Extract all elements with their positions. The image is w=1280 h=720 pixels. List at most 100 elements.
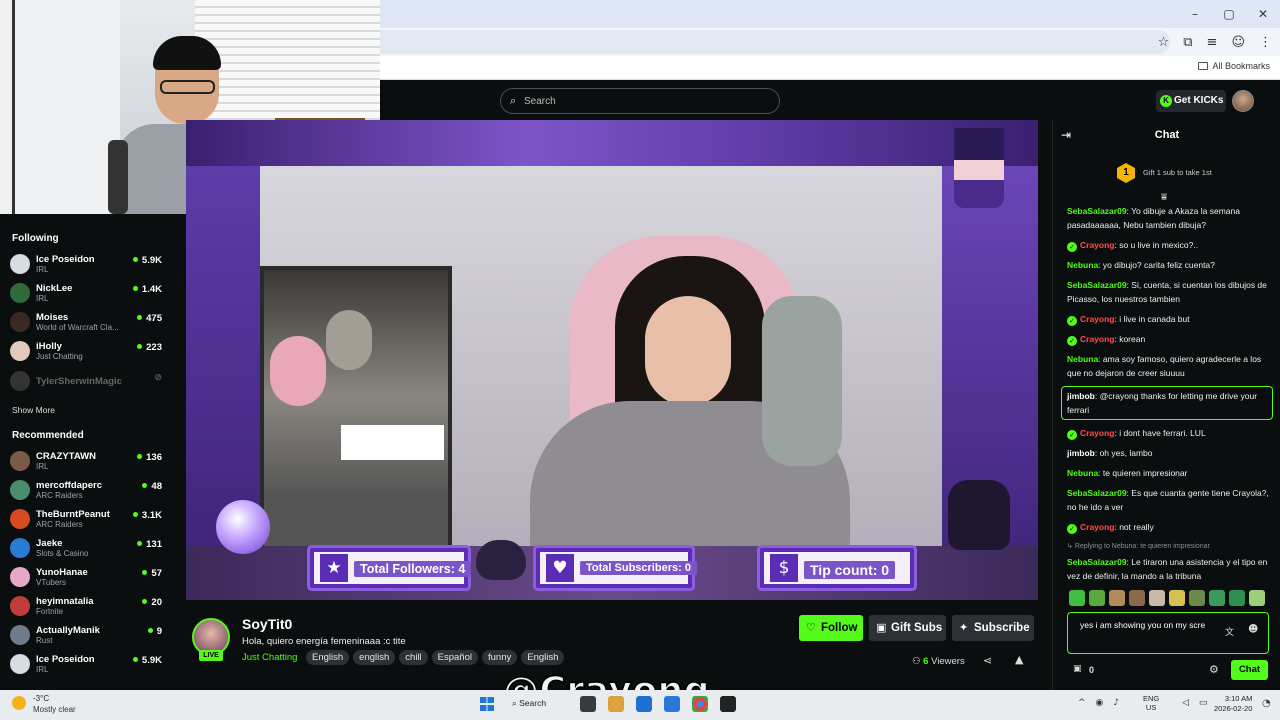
tag[interactable]: english <box>353 650 396 665</box>
toolbar-icons: ☆ ⧉ ≡ ☺ ⋮ <box>1158 28 1272 56</box>
channel-avatar <box>10 283 30 303</box>
close-button[interactable]: ✕ <box>1246 0 1280 28</box>
address-bar[interactable] <box>380 30 1170 54</box>
store-icon[interactable] <box>636 696 652 712</box>
following-item[interactable]: Moises World of Warcraft Cla... 475 <box>10 309 162 335</box>
get-kicks-button[interactable]: K Get KICKs <box>1156 90 1226 112</box>
recommended-item[interactable]: TheBurntPeanut ARC Raiders 3.1K <box>10 506 162 532</box>
security-icon[interactable]: ◉ <box>1096 698 1104 708</box>
live-badge: LIVE <box>199 650 223 661</box>
profile-icon[interactable]: ☺ <box>1231 35 1245 50</box>
emote-icon[interactable] <box>1109 590 1125 606</box>
follow-button[interactable]: ♡ Follow <box>799 615 863 641</box>
maximize-button[interactable]: ▢ <box>1212 0 1246 28</box>
start-button[interactable] <box>480 697 494 711</box>
all-bookmarks-button[interactable]: All Bookmarks <box>1198 61 1270 71</box>
mic-icon[interactable]: ♪ <box>1113 698 1119 708</box>
volume-icon[interactable]: ◁ <box>1182 698 1189 708</box>
taskbar-search[interactable]: ⌕ Search <box>512 698 546 709</box>
reading-list-icon[interactable]: ≡ <box>1207 35 1218 50</box>
emote-icon[interactable] <box>1209 590 1225 606</box>
following-item[interactable]: Ice Poseidon IRL 5.9K <box>10 251 162 277</box>
viewer-count: ⚇ 6 Viewers <box>912 656 965 667</box>
emote-icon[interactable] <box>1229 590 1245 606</box>
verified-badge-icon: ✓ <box>1067 524 1077 534</box>
folder-icon <box>1198 62 1209 70</box>
tag[interactable]: funny <box>482 650 518 665</box>
recommended-item[interactable]: ActuallyManik Rust 9 <box>10 622 162 648</box>
gear-icon[interactable]: ⚙ <box>1209 663 1219 676</box>
following-item[interactable]: iHolly Just Chatting 223 <box>10 338 162 364</box>
chevron-up-icon[interactable]: ^ <box>1078 698 1086 708</box>
live-dot-icon <box>142 570 148 575</box>
bookmark-star-icon[interactable]: ☆ <box>1158 35 1170 50</box>
tag[interactable]: chill <box>399 650 428 665</box>
clock[interactable]: 3:10 AM 2026-02-20 <box>1214 694 1252 714</box>
emote-icon[interactable] <box>1129 590 1145 606</box>
video-player[interactable]: ★ Total Followers: 4 ♥ Total Subscribers… <box>186 120 1038 600</box>
chat-messages: SebaSalazar09: Yo dibuje a Akaza la sema… <box>1061 204 1273 589</box>
channel-avatar <box>10 596 30 616</box>
emoji-icon[interactable]: ☻ <box>1248 624 1258 635</box>
following-item[interactable]: NickLee IRL 1.4K <box>10 280 162 306</box>
recommended-item[interactable]: YunoHanae VTubers 57 <box>10 564 162 590</box>
emote-icon[interactable] <box>1149 590 1165 606</box>
following-item-offline[interactable]: TylerSherwinMagic ⊘ <box>10 368 162 394</box>
plush-bear <box>270 336 326 406</box>
chrome-icon[interactable] <box>692 696 708 712</box>
live-dot-icon <box>132 257 138 262</box>
verified-badge-icon: ✓ <box>1067 430 1077 440</box>
extensions-icon[interactable]: ⧉ <box>1183 35 1192 50</box>
task-view-icon[interactable] <box>580 696 596 712</box>
channel-avatar <box>10 509 30 529</box>
battery-icon[interactable]: ▭ <box>1199 698 1208 708</box>
following-heading: Following <box>12 233 59 244</box>
tag[interactable]: English <box>306 650 350 665</box>
file-explorer-icon[interactable] <box>608 696 624 712</box>
search-input[interactable]: ⌕ Search <box>500 88 780 114</box>
viewers-icon: ⚇ <box>912 656 924 667</box>
recommended-item[interactable]: Jaeke Slots & Casino 131 <box>10 535 162 561</box>
gift-leaderboard[interactable]: 1 Gift 1 sub to take 1st <box>1053 160 1280 186</box>
mail-icon[interactable] <box>664 696 680 712</box>
live-dot-icon <box>142 599 148 604</box>
gift-icon[interactable]: ▣ <box>1073 664 1082 674</box>
minimize-button[interactable]: – <box>1178 0 1212 28</box>
emote-icon[interactable] <box>1169 590 1185 606</box>
emote-icon[interactable] <box>1089 590 1105 606</box>
tips-widget: $ Tip count: 0 <box>760 548 914 588</box>
search-placeholder: Search <box>524 96 556 107</box>
send-chat-button[interactable]: Chat <box>1231 660 1268 680</box>
report-icon[interactable]: ▲ <box>1015 653 1023 666</box>
recommended-item[interactable]: mercoffdaperc ARC Raiders 48 <box>10 477 162 503</box>
recommended-item[interactable]: CRAZYTAWN IRL 136 <box>10 448 162 474</box>
webcam-door <box>0 0 120 214</box>
expand-icon[interactable]: ⩸ <box>1161 192 1167 203</box>
witch-sticker <box>954 128 1004 208</box>
show-more-link[interactable]: Show More <box>12 405 55 415</box>
share-icon[interactable]: ⋖ <box>983 654 992 667</box>
language-indicator[interactable]: ENG US <box>1143 694 1159 712</box>
user-avatar[interactable] <box>1232 90 1254 112</box>
emote-icon[interactable] <box>1249 590 1265 606</box>
chat-footer: ▣ 0 ⚙ Chat <box>1053 658 1280 682</box>
tag[interactable]: Español <box>431 650 478 665</box>
menu-icon[interactable]: ⋮ <box>1259 35 1272 50</box>
channel-avatar <box>10 341 30 361</box>
app-icon[interactable] <box>720 696 736 712</box>
recommended-item[interactable]: heyimnatalia Fortnite 20 <box>10 593 162 619</box>
emote-icon[interactable] <box>1189 590 1205 606</box>
window-controls: – ▢ ✕ <box>1178 0 1280 28</box>
channel-name[interactable]: SoyTit0 <box>242 616 292 632</box>
category-link[interactable]: Just Chatting <box>242 652 297 663</box>
recommended-item[interactable]: Ice Poseidon IRL 5.9K <box>10 651 162 677</box>
notification-icon[interactable]: ◔ <box>1262 698 1271 709</box>
chat-message-input[interactable]: yes i am showing you on my scre 文 ☻ <box>1067 612 1269 654</box>
tag[interactable]: English <box>521 650 565 665</box>
emote-icon[interactable] <box>1069 590 1085 606</box>
subscribe-button[interactable]: ✦ Subscribe <box>952 615 1034 641</box>
gift-subs-button[interactable]: ▣ Gift Subs <box>869 615 946 641</box>
live-dot-icon <box>137 344 143 349</box>
taskbar-apps <box>580 696 736 712</box>
translate-icon[interactable]: 文 <box>1225 625 1234 638</box>
